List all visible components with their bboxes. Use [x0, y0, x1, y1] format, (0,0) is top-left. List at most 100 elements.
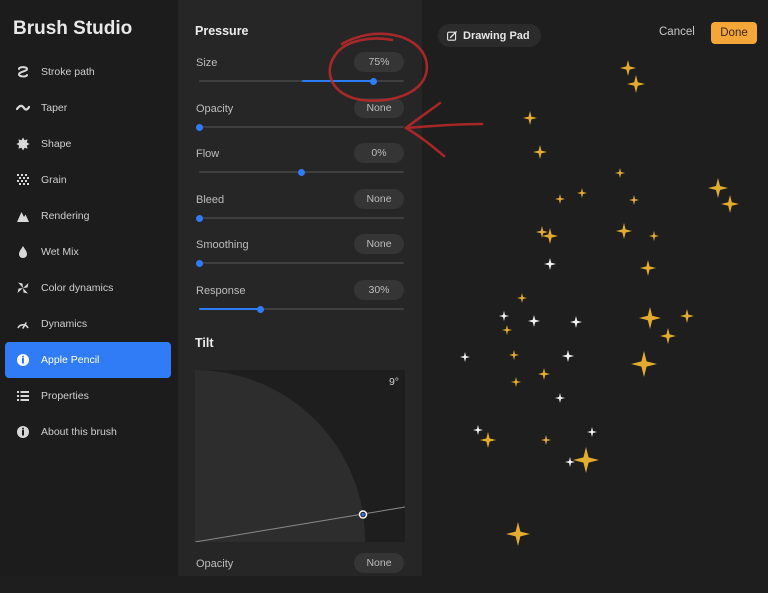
sidebar-item-label: Stroke path — [41, 66, 95, 78]
sidebar-item-properties[interactable]: Properties — [5, 378, 171, 414]
bleed-slider[interactable] — [195, 215, 404, 222]
sparkle-star — [573, 447, 599, 473]
sparkle-star — [631, 351, 657, 377]
response-setting: Response 30% — [196, 280, 404, 320]
taper-icon — [16, 101, 30, 115]
sidebar-item-label: Properties — [41, 390, 89, 402]
wet-mix-icon — [16, 245, 30, 259]
setting-value[interactable]: None — [354, 553, 404, 573]
sparkle-star — [538, 368, 550, 380]
sidebar-item-grain[interactable]: Grain — [5, 162, 171, 198]
setting-value[interactable]: None — [354, 189, 404, 209]
sidebar-item-label: Grain — [41, 174, 67, 186]
setting-label: Smoothing — [196, 239, 249, 251]
sparkle-star — [541, 435, 551, 445]
bleed-setting: Bleed None — [195, 189, 404, 229]
sidebar-item-label: Taper — [41, 102, 68, 114]
pressure-section-title: Pressure — [195, 24, 249, 38]
sparkle-star — [680, 309, 694, 323]
sparkle-star — [511, 377, 521, 387]
size-slider[interactable] — [199, 78, 404, 85]
sparkle-star — [649, 231, 659, 241]
sparkle-star — [555, 194, 565, 204]
sidebar-menu: Stroke path Taper Shape Grain Rendering … — [5, 54, 171, 450]
sidebar-item-stroke-path[interactable]: Stroke path — [5, 54, 171, 90]
sidebar-item-color-dynamics[interactable]: Color dynamics — [5, 270, 171, 306]
edit-icon — [447, 30, 457, 41]
slider-fill — [199, 308, 261, 310]
sparkle-star — [616, 223, 632, 239]
slider-thumb[interactable] — [298, 169, 305, 176]
tilt-handle-dot — [361, 512, 365, 517]
setting-value[interactable]: None — [354, 98, 404, 118]
slider-fill — [301, 80, 374, 82]
drawing-pad-label: Drawing Pad — [463, 29, 530, 42]
apple-pencil-icon — [16, 353, 30, 367]
sidebar-item-label: Dynamics — [41, 318, 88, 330]
sidebar-item-rendering[interactable]: Rendering — [5, 198, 171, 234]
sparkle-star — [570, 316, 582, 328]
slider-thumb[interactable] — [195, 124, 203, 131]
sidebar-item-about-this-brush[interactable]: About this brush — [5, 414, 171, 450]
sidebar-item-dynamics[interactable]: Dynamics — [5, 306, 171, 342]
sparkle-star — [587, 427, 597, 437]
shape-icon — [16, 137, 30, 151]
slider-thumb[interactable] — [257, 306, 264, 313]
sparkle-star — [480, 432, 496, 448]
flow-slider[interactable] — [199, 169, 404, 176]
smoothing-setting: Smoothing None — [195, 234, 404, 274]
tilt-graph-canvas — [195, 370, 405, 542]
sparkle-star — [542, 228, 558, 244]
sparkle-star — [506, 522, 530, 546]
sidebar-item-wet-mix[interactable]: Wet Mix — [5, 234, 171, 270]
smoothing-slider[interactable] — [195, 260, 404, 267]
stroke-path-icon — [16, 65, 30, 79]
tilt-range-area — [195, 370, 366, 542]
setting-label: Response — [196, 285, 246, 297]
opacity-slider[interactable] — [195, 124, 404, 131]
setting-value[interactable]: 0% — [354, 143, 404, 163]
cancel-button[interactable]: Cancel — [659, 26, 695, 38]
sparkle-star — [620, 60, 636, 76]
properties-icon — [16, 389, 30, 403]
info-icon — [16, 425, 30, 439]
sparkle-star — [509, 350, 519, 360]
sparkle-star — [721, 195, 739, 213]
setting-label: Opacity — [196, 103, 234, 115]
sparkle-star — [544, 258, 556, 270]
sidebar: Brush Studio Stroke path Taper Shape Gra… — [0, 0, 178, 576]
drawing-pad[interactable]: Drawing Pad Cancel Done — [422, 0, 768, 576]
setting-label: Bleed — [196, 194, 225, 206]
slider-thumb[interactable] — [195, 260, 203, 267]
grain-icon — [16, 173, 30, 187]
tilt-graph[interactable]: 9° — [195, 370, 405, 542]
sidebar-item-shape[interactable]: Shape — [5, 126, 171, 162]
sparkle-star — [629, 195, 639, 205]
sparkle-star — [640, 260, 656, 276]
sparkle-star — [577, 188, 587, 198]
drawing-pad-button[interactable]: Drawing Pad — [438, 24, 541, 47]
sparkle-star — [523, 111, 537, 125]
setting-value[interactable]: 30% — [354, 280, 404, 300]
sidebar-item-label: Apple Pencil — [41, 354, 100, 366]
sidebar-item-taper[interactable]: Taper — [5, 90, 171, 126]
setting-value[interactable]: 75% — [354, 52, 404, 72]
flow-setting: Flow 0% — [196, 143, 404, 183]
slider-thumb[interactable] — [369, 78, 377, 85]
tilt-value: 9° — [388, 376, 399, 388]
sidebar-item-label: Shape — [41, 138, 72, 150]
sparkle-star — [639, 307, 661, 329]
sparkle-star — [528, 315, 540, 327]
sparkle-star — [533, 145, 547, 159]
response-slider[interactable] — [199, 306, 404, 313]
setting-label: Size — [196, 57, 218, 69]
tilt-opacity-setting: Opacity None — [196, 553, 404, 593]
setting-value[interactable]: None — [354, 234, 404, 254]
slider-thumb[interactable] — [195, 215, 203, 222]
sparkle-star — [708, 178, 728, 198]
color-dynamics-icon — [16, 281, 30, 295]
app-title: Brush Studio — [13, 18, 133, 39]
sparkle-star — [517, 293, 527, 303]
sidebar-item-apple-pencil[interactable]: Apple Pencil — [5, 342, 171, 378]
done-button[interactable]: Done — [711, 22, 757, 44]
